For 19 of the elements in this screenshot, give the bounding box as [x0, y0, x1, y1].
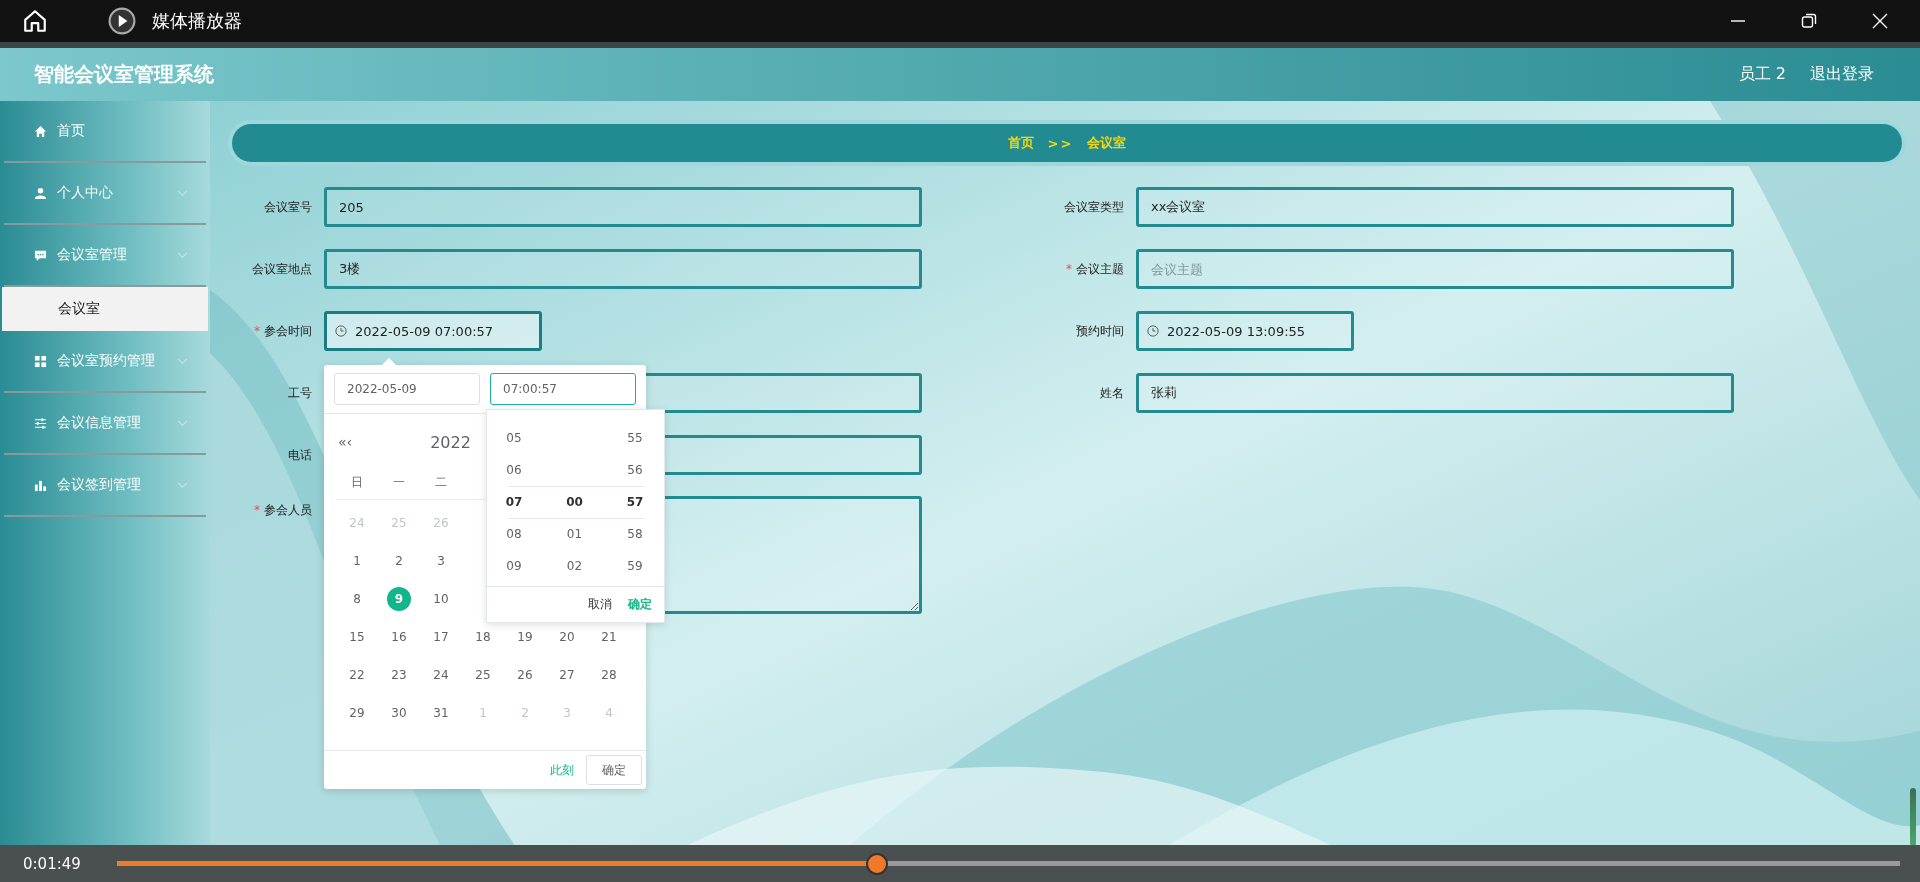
- calendar-year: 2022: [430, 432, 471, 452]
- field-label: 电话: [287, 446, 312, 464]
- field-label: 预约时间: [1075, 322, 1124, 340]
- elapsed-time: 0:01:49: [23, 854, 82, 873]
- weekday-label: 二: [434, 474, 448, 491]
- field-label: 会议室号: [263, 198, 312, 216]
- field-label: * 会议主题: [1065, 260, 1124, 278]
- field-label: * 参会时间: [253, 322, 312, 340]
- weekday-label: 日: [350, 474, 364, 491]
- field-label: 工号: [287, 384, 312, 402]
- field-label: 会议室地点: [251, 260, 312, 278]
- field-label: 姓名: [1099, 384, 1124, 402]
- weekday-label: 一: [392, 474, 406, 491]
- user-name: 员工 2: [1738, 64, 1786, 85]
- breadcrumb-separator: >>: [1047, 135, 1074, 151]
- window-title: 媒体播放器: [152, 9, 242, 33]
- field-label: * 参会人员: [253, 502, 312, 519]
- field-label: 会议室类型: [1063, 198, 1124, 216]
- app-title: 智能会议室管理系统: [34, 61, 214, 88]
